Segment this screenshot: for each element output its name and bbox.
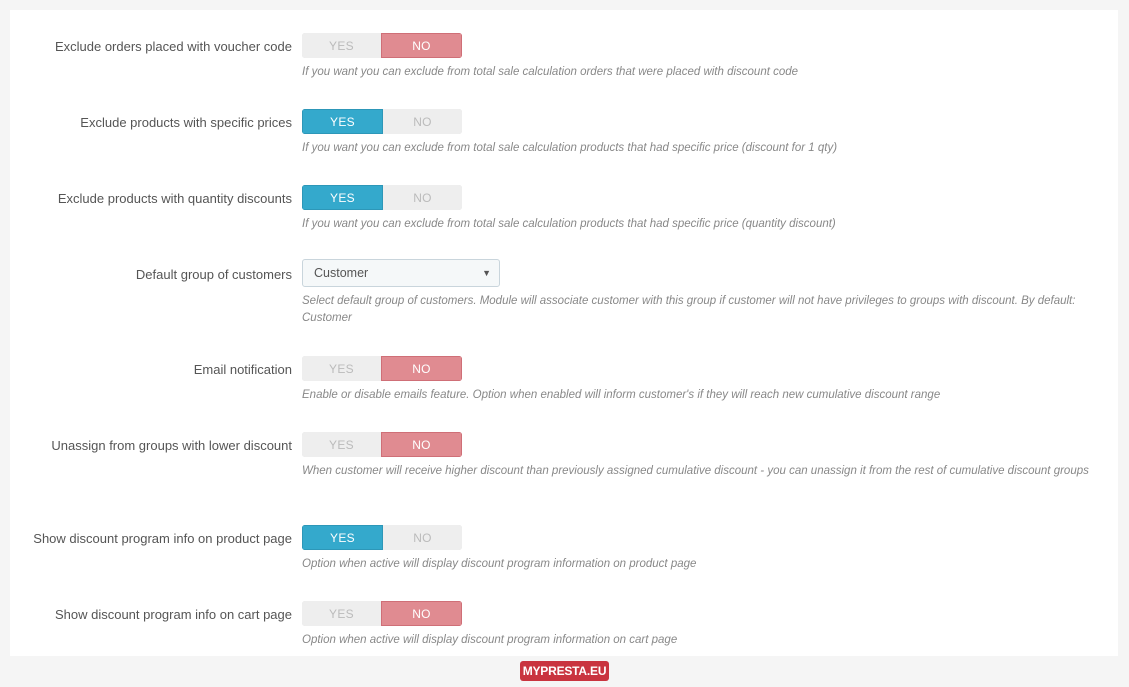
help-text: Option when active will display discount… [302,558,697,570]
no-option[interactable]: NO [381,601,462,626]
setting-label: Unassign from groups with lower discount [51,438,292,453]
exclude-voucher-orders-switch[interactable]: YES NO [302,33,462,58]
setting-label: Exclude products with quantity discounts [57,191,292,206]
yes-option[interactable]: YES [302,109,383,134]
show-info-product-page-switch[interactable]: YES NO [302,525,462,550]
setting-label: Show discount program info on cart page [54,607,292,622]
setting-label: Exclude products with specific prices [80,115,292,130]
customer-group-select[interactable]: Customer ▼ [302,259,500,287]
caret-down-icon: ▼ [482,268,491,278]
help-text: If you want you can exclude from total s… [302,66,799,78]
setting-label: Show discount program info on product pa… [10,530,292,548]
no-option[interactable]: NO [381,33,462,58]
setting-label-text: Show discount program info on product pa… [33,531,292,546]
no-option[interactable]: NO [381,356,462,381]
yes-option[interactable]: YES [302,33,381,58]
no-option[interactable]: NO [381,432,462,457]
no-option[interactable]: NO [383,185,462,210]
yes-option[interactable]: YES [302,601,381,626]
no-option[interactable]: NO [383,525,462,550]
yes-option[interactable]: YES [302,185,383,210]
select-value: Customer [314,266,369,280]
setting-label: Email notification [193,362,292,377]
help-text: Option when active will display discount… [302,634,678,646]
yes-option[interactable]: YES [302,525,383,550]
setting-label: Default group of customers [135,267,292,282]
help-text: Select default group of customers. Modul… [302,295,1076,324]
unassign-lower-discount-switch[interactable]: YES NO [302,432,462,457]
yes-option[interactable]: YES [302,356,381,381]
mypresta-brand-badge[interactable]: MYPRESTA.EU [520,661,609,681]
exclude-quantity-discounts-switch[interactable]: YES NO [302,185,462,210]
exclude-specific-prices-switch[interactable]: YES NO [302,109,462,134]
help-text: When customer will receive higher discou… [302,465,1089,477]
yes-option[interactable]: YES [302,432,381,457]
settings-panel: Exclude orders placed with voucher code … [10,10,1118,656]
setting-label: Exclude orders placed with voucher code [54,39,292,54]
show-info-cart-page-switch[interactable]: YES NO [302,601,462,626]
no-option[interactable]: NO [383,109,462,134]
help-text: If you want you can exclude from total s… [302,218,836,230]
help-text: Enable or disable emails feature. Option… [302,389,941,401]
help-text: If you want you can exclude from total s… [302,142,838,154]
email-notification-switch[interactable]: YES NO [302,356,462,381]
